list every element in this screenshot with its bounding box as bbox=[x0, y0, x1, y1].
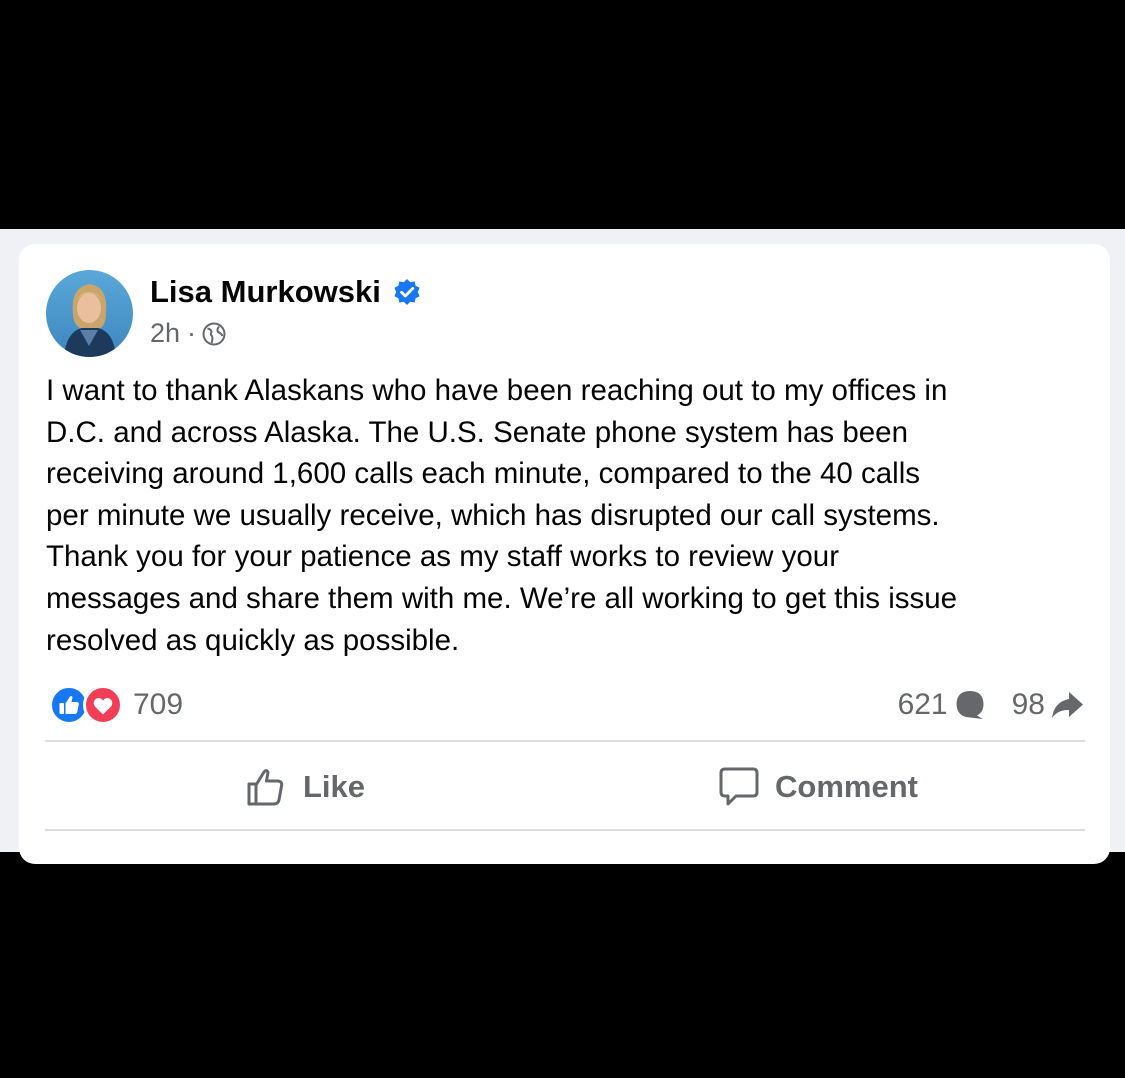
like-button[interactable]: Like bbox=[245, 744, 365, 830]
post-meta: 2h · bbox=[150, 318, 226, 349]
comment-icon bbox=[717, 765, 761, 809]
comment-bubble-icon bbox=[952, 687, 988, 723]
reactions-summary[interactable]: 709 bbox=[49, 684, 183, 726]
globe-icon[interactable] bbox=[202, 322, 226, 346]
share-count-link[interactable]: 98 bbox=[1012, 687, 1085, 723]
post-text-line: Thank you for your patience as my staff … bbox=[46, 540, 840, 574]
post-timestamp[interactable]: 2h bbox=[150, 318, 180, 349]
verified-badge-icon bbox=[393, 278, 421, 306]
share-arrow-icon bbox=[1049, 687, 1085, 723]
author-name[interactable]: Lisa Murkowski bbox=[150, 274, 381, 310]
love-reaction-icon bbox=[83, 685, 123, 725]
divider-bottom bbox=[45, 829, 1085, 831]
meta-separator: · bbox=[187, 318, 197, 348]
post-body: I want to thank Alaskans who have been r… bbox=[46, 370, 1096, 661]
post-text-line: D.C. and across Alaska. The U.S. Senate … bbox=[46, 415, 908, 449]
author-avatar[interactable] bbox=[46, 270, 133, 357]
avatar-photo bbox=[46, 270, 133, 357]
post-text-line: resolved as quickly as possible. bbox=[46, 623, 460, 657]
comment-count-link[interactable]: 621 bbox=[898, 687, 988, 723]
post-actions: Like Comment bbox=[45, 744, 1085, 830]
like-label: Like bbox=[303, 769, 366, 804]
comment-label: Comment bbox=[775, 769, 918, 804]
engagement-stats: 621 98 bbox=[898, 684, 1085, 726]
post-text-line: receiving around 1,600 calls each minute… bbox=[46, 457, 921, 491]
like-thumb-icon bbox=[245, 765, 289, 809]
reaction-count: 709 bbox=[133, 688, 184, 721]
post-text-line: messages and share them with me. We’re a… bbox=[46, 581, 958, 615]
post-text-line: per minute we usually receive, which has… bbox=[46, 498, 940, 532]
comment-count: 621 bbox=[897, 688, 948, 721]
share-count: 98 bbox=[1011, 688, 1045, 721]
author-row: Lisa Murkowski bbox=[150, 274, 421, 310]
post-text-line: I want to thank Alaskans who have been r… bbox=[46, 374, 948, 407]
comment-button[interactable]: Comment bbox=[717, 744, 918, 830]
divider-top bbox=[45, 740, 1085, 742]
